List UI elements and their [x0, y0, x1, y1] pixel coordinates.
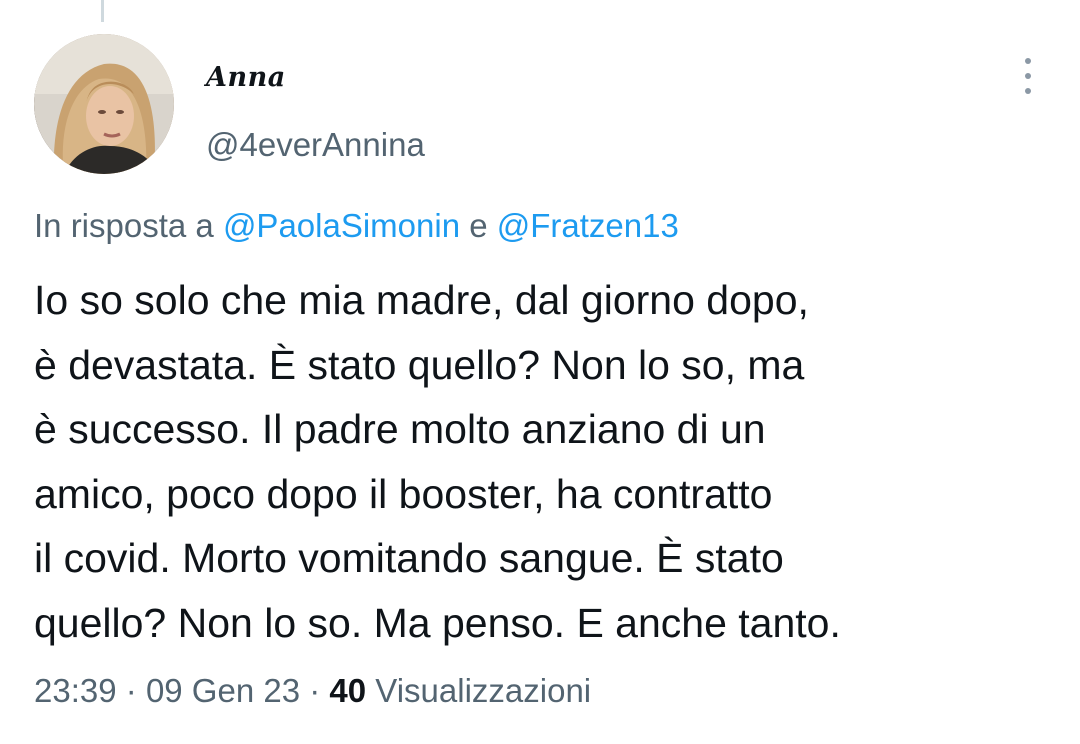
- mention-link[interactable]: @Fratzen13: [497, 207, 679, 244]
- tweet-text-line: è successo. Il padre molto anziano di un: [34, 406, 766, 452]
- tweet-time[interactable]: 23:39: [34, 672, 117, 709]
- avatar-photo: [34, 34, 174, 174]
- views-count[interactable]: 40: [329, 672, 366, 709]
- tweet-metadata: 23:39 · 09 Gen 23 · 40 Visualizzazioni: [34, 672, 591, 710]
- tweet-text: Io so solo che mia madre, dal giorno dop…: [34, 268, 1044, 655]
- tweet-date[interactable]: 09 Gen 23: [146, 672, 300, 709]
- more-options-button[interactable]: [1010, 56, 1046, 96]
- reply-prefix: In risposta a: [34, 207, 214, 244]
- meta-separator: ·: [309, 672, 321, 709]
- more-vertical-icon-dot: [1025, 88, 1031, 94]
- tweet-text-line: Io so solo che mia madre, dal giorno dop…: [34, 277, 809, 323]
- mention-link[interactable]: @PaolaSimonin: [223, 207, 460, 244]
- tweet-text-line: il covid. Morto vomitando sangue. È stat…: [34, 535, 784, 581]
- reply-conjunction: e: [469, 207, 488, 244]
- tweet-text-line: quello? Non lo so. Ma penso. E anche tan…: [34, 599, 841, 646]
- reply-context: In risposta a @PaolaSimonin e @Fratzen13: [34, 207, 679, 245]
- thread-connector-line: [101, 0, 104, 22]
- views-label[interactable]: Visualizzazioni: [375, 672, 591, 709]
- meta-separator: ·: [125, 672, 137, 709]
- more-vertical-icon-dot: [1025, 73, 1031, 79]
- avatar[interactable]: [34, 34, 174, 174]
- more-vertical-icon: [1025, 58, 1031, 64]
- tweet-text-line: è devastata. È stato quello? Non lo so, …: [34, 341, 805, 388]
- author-handle[interactable]: @4everAnnina: [206, 126, 425, 164]
- tweet-text-line: amico, poco dopo il booster, ha contratt…: [34, 470, 773, 517]
- author-display-name[interactable]: Anna: [206, 62, 286, 93]
